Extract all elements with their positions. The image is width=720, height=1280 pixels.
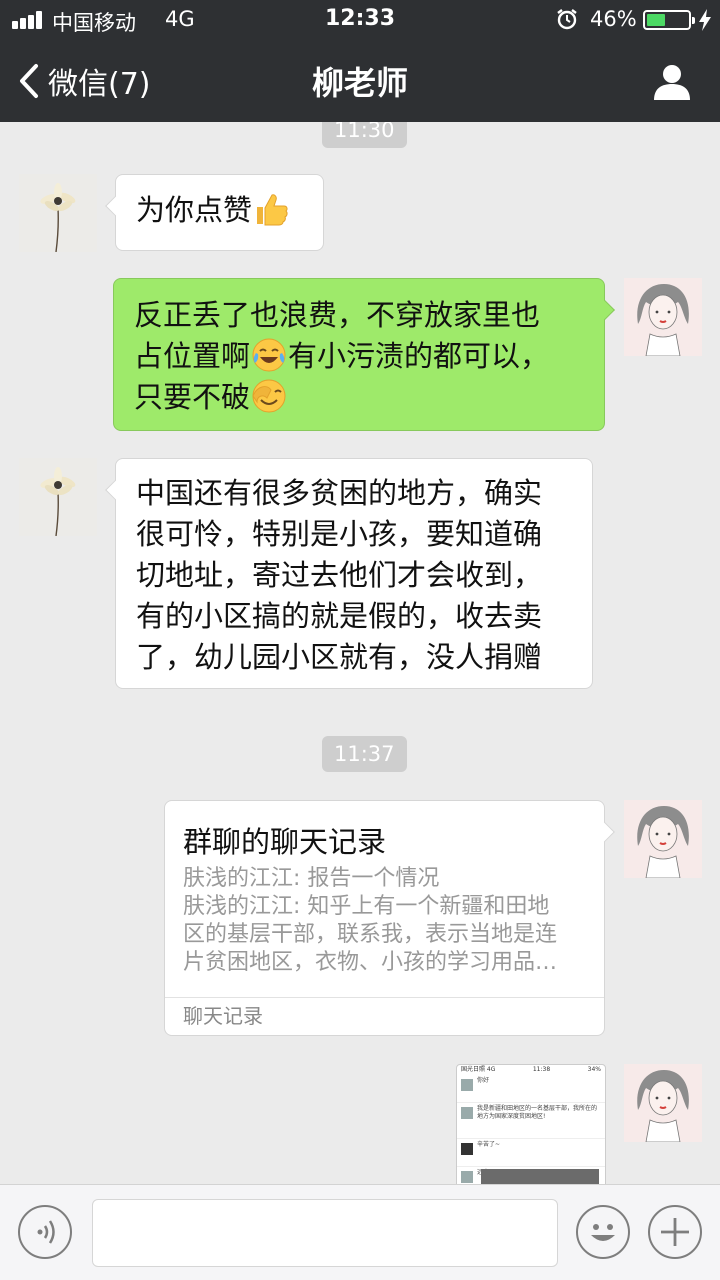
avatar[interactable] [624,1064,702,1142]
message-line: 很可怜，特别是小孩，要知道确 [136,517,543,551]
message-line: 切地址，寄过去他们才会收到， [136,558,543,592]
thumb-photo [481,1169,599,1184]
plus-icon [661,1218,689,1246]
battery-percent: 46% [590,7,637,31]
chat-record-card[interactable]: 群聊的聊天记录 肤浅的江江: 报告一个情况 肤浅的江江: 知乎上有一个新疆和田地… [164,800,615,1036]
tears-of-joy-icon [252,338,286,372]
battery-icon [643,10,695,30]
message-line: 只要不破 [134,377,584,418]
girl-avatar-icon [637,284,689,356]
message-line: 了，幼儿园小区就有，没人捐赠 [136,640,543,674]
chat-title: 柳老师 [311,64,408,102]
time-divider: 11:37 [322,736,407,772]
time-divider: 11:30 [322,122,407,148]
thumb-row: 你好 [457,1075,605,1103]
face-palm-icon [252,379,286,413]
message-line: 中国还有很多贫困的地方，确实 [136,476,543,510]
message-text: 为你点赞 [136,193,253,227]
message-bubble[interactable]: 中国还有很多贫困的地方，确实 很可怜，特别是小孩，要知道确 切地址，寄过去他们才… [105,458,593,689]
thumbs-up-icon [257,194,288,226]
girl-avatar-icon [637,1070,689,1142]
thumb-status-bar: 国光日照 4G 11:38 34% [461,1066,601,1073]
status-bar: 中国移动 4G 12:33 46% [0,0,720,40]
charging-icon [699,9,711,31]
more-button[interactable] [648,1205,702,1259]
input-bar [0,1184,720,1280]
avatar[interactable] [19,458,97,536]
thumb-row: 我是新疆和田地区的一名基层干部，我所在的地方为国家深度贫困地区! [457,1103,605,1139]
emoji-button[interactable] [576,1205,630,1259]
avatar[interactable] [19,174,97,252]
emoji-face-icon [591,1224,615,1241]
chat-area[interactable]: 11:30 为你点赞 反正丢了也浪费，不穿放家里也 占位置啊 有小污渍的都可以，… [0,122,720,1184]
record-preview: 肤浅的江江: 报告一个情况 肤浅的江江: 知乎上有一个新疆和田地 区的基层干部，… [183,865,593,977]
battery-fill [647,14,665,26]
record-line: 肤浅的江江: 知乎上有一个新疆和田地 [183,894,550,919]
top-bar: 中国移动 4G 12:33 46% 微信(7) 柳老师 [0,0,720,122]
record-title: 群聊的聊天记录 [183,825,387,859]
voice-button[interactable] [18,1205,72,1259]
alarm-icon [557,9,577,30]
avatar[interactable] [624,278,702,356]
message-bubble[interactable]: 反正丢了也浪费，不穿放家里也 占位置啊 有小污渍的都可以， 只要不破 [113,278,615,431]
message-line: 占位置啊 有小污渍的都可以， [134,338,550,373]
record-line: 肤浅的江江: 报告一个情况 [183,866,440,891]
record-line: 片贫困地区，衣物、小孩的学习用品… [183,950,558,975]
voice-icon [37,1220,55,1244]
flower-icon [40,467,76,536]
record-footer: 聊天记录 [165,997,604,1035]
message-line: 反正丢了也浪费，不穿放家里也 [134,298,541,332]
flower-icon [40,183,76,252]
message-bubble[interactable]: 为你点赞 [105,174,324,251]
thumb-row: 辛苦了~ [457,1139,605,1167]
record-line: 区的基层干部，联系我，表示当地是连 [183,922,558,947]
avatar[interactable] [624,800,702,878]
girl-avatar-icon [637,806,689,878]
message-line: 有的小区搞的就是假的，收去卖 [136,599,543,633]
person-icon[interactable] [652,62,692,102]
image-message-thumbnail[interactable]: 国光日照 4G 11:38 34% 你好 我是新疆和田地区的一名基层干部，我所在… [456,1064,606,1184]
message-input[interactable] [92,1199,558,1267]
navigation-bar: 微信(7) 柳老师 [0,40,720,122]
